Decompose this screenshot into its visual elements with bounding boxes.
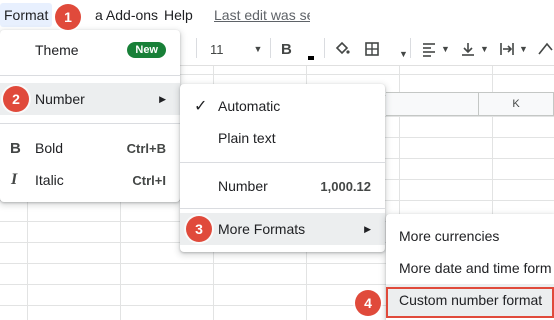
menu-item-label: Italic <box>35 172 64 188</box>
step-number: 2 <box>12 91 20 107</box>
menu-data-addons[interactable]: a Add-ons <box>95 6 158 24</box>
menu-item-automatic[interactable]: ✓ Automatic <box>180 90 385 122</box>
italic-icon: I <box>11 171 18 188</box>
menu-item-italic[interactable]: I Italic Ctrl+I <box>0 164 180 196</box>
menu-item-number-format[interactable]: Number 1,000.12 <box>180 170 385 202</box>
step-number: 1 <box>64 9 72 25</box>
menu-divider <box>0 75 180 76</box>
menu-format[interactable]: Format <box>0 3 53 27</box>
font-size-value: 11 <box>210 41 224 57</box>
last-edit-link[interactable]: Last edit was se <box>214 6 310 24</box>
menu-help[interactable]: Help <box>164 6 193 24</box>
horizontal-align-icon[interactable]: ▼ <box>420 40 450 58</box>
chevron-down-icon: ▼ <box>480 44 489 54</box>
step-marker-3: 3 <box>186 216 212 242</box>
borders-icon[interactable] <box>363 40 381 58</box>
menu-item-label: Number <box>35 91 85 107</box>
toolbar-divider <box>324 38 325 58</box>
menu-item-label: Number <box>218 178 268 194</box>
submenu-arrow-icon: ▶ <box>159 93 166 104</box>
menu-item-theme[interactable]: Theme New <box>0 34 180 66</box>
format-menu: Theme New Number ▶ B Bold Ctrl+B I Itali… <box>0 30 180 202</box>
column-header-k[interactable]: K <box>479 92 554 116</box>
submenu-arrow-icon: ▶ <box>364 223 371 234</box>
menu-divider <box>180 162 385 163</box>
toolbar-divider <box>196 38 197 58</box>
column-header-j[interactable] <box>386 92 479 116</box>
step-number: 4 <box>364 295 372 311</box>
column-header-label: K <box>512 98 520 110</box>
menu-item-bold[interactable]: B Bold Ctrl+B <box>0 132 180 164</box>
fill-color-icon[interactable] <box>333 40 351 58</box>
toolbar-divider <box>410 38 411 58</box>
toolbar-divider <box>270 38 271 58</box>
step-number: 3 <box>195 221 203 237</box>
menu-item-label: Bold <box>35 140 64 156</box>
chevron-down-icon: ▼ <box>253 44 263 54</box>
step-marker-4: 4 <box>355 290 381 316</box>
bold-icon: B <box>10 139 21 157</box>
step-marker-1: 1 <box>55 4 81 30</box>
new-badge: New <box>127 42 166 58</box>
text-color-icon[interactable] <box>308 56 314 60</box>
number-format-example: 1,000.12 <box>320 178 371 194</box>
menu-item-label: More currencies <box>399 228 500 244</box>
chevron-down-icon[interactable]: ▼ <box>399 45 408 63</box>
menu-bar: Format a Add-ons Help Last edit was se <box>0 0 554 30</box>
font-size-select[interactable]: 11 ▼ <box>210 40 264 58</box>
highlight-box <box>386 287 554 318</box>
menu-item-shortcut: Ctrl+I <box>132 172 166 188</box>
menu-item-plain-text[interactable]: Plain text <box>180 122 385 154</box>
menu-item-shortcut: Ctrl+B <box>126 140 166 156</box>
checkmark-icon: ✓ <box>194 98 208 115</box>
text-rotation-icon[interactable] <box>537 40 554 58</box>
menu-item-label: Theme <box>35 42 79 58</box>
text-wrap-icon[interactable]: ▼ <box>498 40 528 58</box>
menu-item-label: Plain text <box>218 130 276 146</box>
bold-label: B <box>281 40 292 58</box>
chevron-down-icon: ▼ <box>519 44 528 54</box>
menu-item-label: Automatic <box>218 98 281 114</box>
menu-item-more-currencies[interactable]: More currencies <box>386 220 554 252</box>
menu-item-more-date-time[interactable]: More date and time form <box>386 252 554 284</box>
step-marker-2: 2 <box>3 86 29 112</box>
menu-item-label: More date and time form <box>399 260 552 276</box>
menu-divider <box>0 123 180 124</box>
vertical-align-icon[interactable]: ▼ <box>459 40 489 58</box>
bold-button[interactable]: B <box>281 40 292 58</box>
chevron-down-icon: ▼ <box>441 44 450 54</box>
menu-divider <box>180 208 385 209</box>
menu-item-label: More Formats <box>218 221 306 237</box>
